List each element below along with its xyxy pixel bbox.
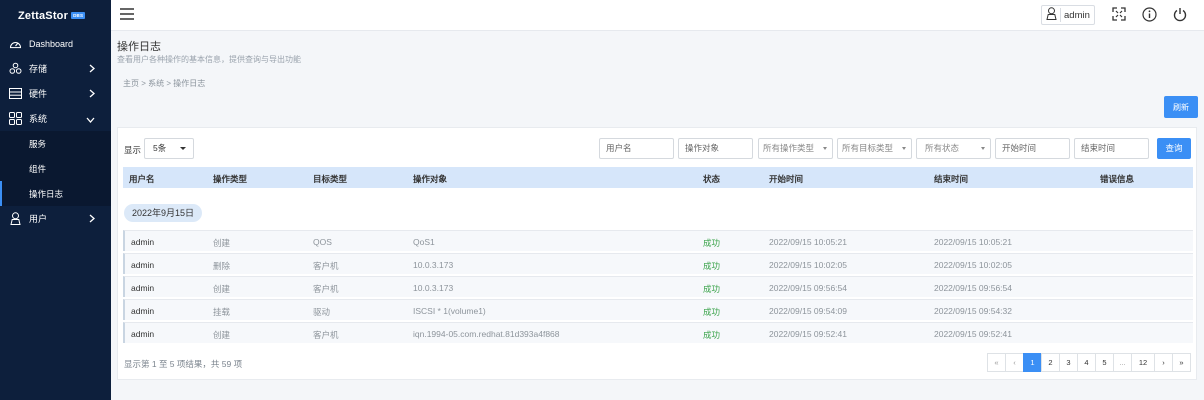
first-page-button[interactable]: « — [987, 353, 1006, 372]
op-type-select[interactable]: 所有操作类型 — [758, 138, 833, 159]
dashboard-icon — [8, 37, 22, 51]
caret-down-icon — [823, 147, 827, 150]
sidebar-item-label: 用户 — [29, 214, 48, 224]
filter-bar: 显示 5条 用户名 操作对象 所有操作类型 所有目标类型 所有状态 开始时间 结… — [118, 138, 1196, 160]
app-logo[interactable]: ZettaStor DBS — [0, 0, 111, 31]
table-row[interactable]: admin 删除 客户机 10.0.3.173 成功 2022/09/15 10… — [123, 253, 1193, 274]
column-header[interactable]: 开始时间 — [769, 173, 803, 185]
column-header[interactable]: 目标类型 — [313, 173, 347, 185]
date-group-label: 2022年9月15日 — [124, 204, 203, 222]
column-header[interactable]: 结束时间 — [934, 173, 968, 185]
breadcrumb: 主页 > 系统 > 操作日志 — [123, 79, 206, 88]
power-icon[interactable] — [1173, 7, 1187, 24]
end-time-input[interactable]: 结束时间 — [1074, 138, 1149, 159]
prev-page-button[interactable]: ‹ — [1005, 353, 1024, 372]
user-icon — [8, 212, 22, 226]
sidebar: ZettaStor DBS Dashboard 存储 硬件 系统 服务 组件 操… — [0, 0, 111, 400]
page-button-12[interactable]: 12 — [1131, 353, 1155, 372]
page-button-5[interactable]: 5 — [1095, 353, 1114, 372]
sidebar-subitem-service[interactable]: 服务 — [0, 131, 111, 156]
sidebar-item-hardware[interactable]: 硬件 — [0, 81, 111, 106]
chevron-right-icon — [89, 89, 95, 100]
sidebar-item-label: 硬件 — [29, 89, 48, 99]
sidebar-item-label: 存储 — [29, 64, 48, 74]
page-button-1[interactable]: 1 — [1023, 353, 1042, 372]
table-row[interactable]: admin 挂载 驱动 ISCSI * 1(volume1) 成功 2022/0… — [123, 299, 1193, 320]
page-button-4[interactable]: 4 — [1077, 353, 1096, 372]
table-row[interactable]: admin 创建 客户机 iqn.1994-05.com.redhat.81d3… — [123, 322, 1193, 343]
sidebar-item-label: Dashboard — [29, 38, 74, 49]
user-avatar-icon — [1046, 7, 1057, 23]
page-ellipsis: ... — [1113, 353, 1132, 372]
page-size-select[interactable]: 5条 — [144, 138, 194, 159]
sidebar-subitem-component[interactable]: 组件 — [0, 156, 111, 181]
menu-toggle-icon[interactable] — [120, 8, 134, 22]
last-page-button[interactable]: » — [1172, 353, 1191, 372]
column-header[interactable]: 用户名 — [129, 173, 155, 185]
table-header: 用户名 操作类型 目标类型 操作对象 状态 开始时间 结束时间 错误信息 — [123, 167, 1193, 188]
sidebar-item-storage[interactable]: 存储 — [0, 56, 111, 81]
pagination-summary: 显示第 1 至 5 项结果，共 59 项 — [124, 359, 243, 369]
chevron-right-icon — [89, 64, 95, 75]
log-panel: 显示 5条 用户名 操作对象 所有操作类型 所有目标类型 所有状态 开始时间 结… — [117, 127, 1197, 380]
logo-badge: DBS — [71, 12, 86, 19]
table-row[interactable]: admin 创建 客户机 10.0.3.173 成功 2022/09/15 09… — [123, 276, 1193, 297]
caret-down-icon — [902, 147, 906, 150]
object-filter-input[interactable]: 操作对象 — [678, 138, 753, 159]
logo-text: ZettaStor — [18, 9, 69, 22]
page-size-label: 显示 — [124, 145, 142, 155]
username-filter-input[interactable]: 用户名 — [599, 138, 674, 159]
chevron-down-icon — [86, 115, 95, 125]
next-page-button[interactable]: › — [1154, 353, 1173, 372]
user-menu[interactable]: admin — [1041, 5, 1095, 25]
sidebar-subitem-operation-log[interactable]: 操作日志 — [0, 181, 111, 206]
topbar: admin — [111, 0, 1204, 31]
info-icon[interactable] — [1142, 7, 1157, 24]
page-button-2[interactable]: 2 — [1041, 353, 1060, 372]
query-button[interactable]: 查询 — [1157, 138, 1191, 159]
fullscreen-icon[interactable] — [1112, 7, 1126, 23]
page-title: 操作日志 — [117, 41, 161, 53]
system-icon — [8, 112, 22, 126]
caret-down-icon — [981, 147, 985, 150]
column-header[interactable]: 操作对象 — [413, 173, 447, 185]
sidebar-item-label: 系统 — [29, 114, 48, 124]
refresh-button[interactable]: 刷新 — [1164, 96, 1198, 118]
page-description: 查看用户各种操作的基本信息，提供查询与导出功能 — [117, 55, 301, 64]
table-row[interactable]: admin 创建 QOS QoS1 成功 2022/09/15 10:05:21… — [123, 230, 1193, 251]
pagination: « ‹ 1 2 3 4 5 ... 12 › » — [987, 353, 1191, 372]
sidebar-item-system[interactable]: 系统 — [0, 106, 111, 131]
column-header[interactable]: 错误信息 — [1100, 173, 1134, 185]
storage-icon — [8, 62, 22, 76]
chevron-right-icon — [89, 214, 95, 225]
hardware-icon — [8, 87, 22, 101]
username: admin — [1064, 9, 1090, 21]
start-time-input[interactable]: 开始时间 — [995, 138, 1070, 159]
sidebar-item-dashboard[interactable]: Dashboard — [0, 31, 111, 56]
column-header[interactable]: 操作类型 — [213, 173, 247, 185]
sidebar-item-user[interactable]: 用户 — [0, 206, 111, 231]
target-type-select[interactable]: 所有目标类型 — [837, 138, 912, 159]
status-select[interactable]: 所有状态 — [916, 138, 991, 159]
caret-down-icon — [180, 147, 186, 150]
page-button-3[interactable]: 3 — [1059, 353, 1078, 372]
column-header[interactable]: 状态 — [703, 173, 720, 185]
